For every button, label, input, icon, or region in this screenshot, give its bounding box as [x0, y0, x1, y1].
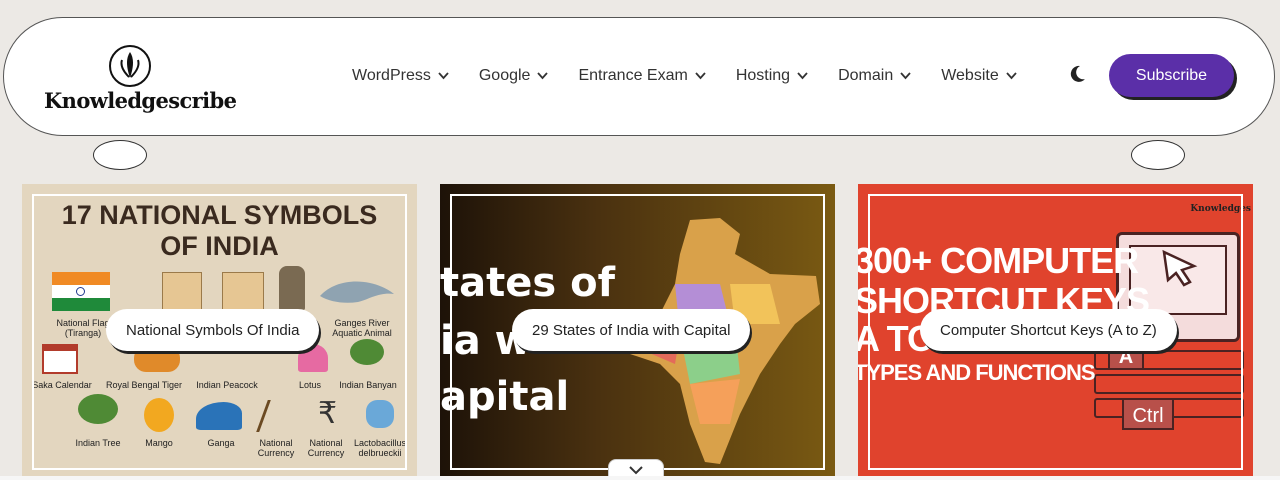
- wave-icon: [196, 402, 242, 430]
- cursor-icon: [1162, 249, 1198, 287]
- nav-item-label: WordPress: [352, 67, 431, 84]
- chevron-down-icon: [797, 72, 808, 80]
- nav-item-label: Hosting: [735, 67, 791, 84]
- symbol-label: Ganges River Aquatic Animal: [332, 318, 392, 338]
- chevron-down-icon: [438, 72, 449, 80]
- card-title[interactable]: 29 States of India with Capital: [512, 309, 751, 351]
- decorative-bump: [1131, 140, 1185, 170]
- mango-icon: [144, 398, 174, 432]
- chevron-down-icon: [695, 72, 706, 80]
- rupee-icon: ₹: [318, 397, 338, 430]
- symbol-label: Indian Banyan: [339, 380, 397, 390]
- nav-item-entrance-exam[interactable]: Entrance Exam: [578, 67, 706, 85]
- symbol-label: Mango: [145, 438, 173, 448]
- card-title[interactable]: National Symbols Of India: [106, 309, 320, 351]
- symbol-label: Saka Calendar: [32, 380, 92, 390]
- site-logo[interactable]: Knowledgescribe: [44, 44, 237, 114]
- nav-item-label: Domain: [838, 67, 894, 84]
- moon-icon[interactable]: [1067, 64, 1087, 84]
- card-image-title-line: OF INDIA: [160, 231, 279, 261]
- symbol-label: Indian Peacock: [196, 380, 258, 390]
- symbol-label: Indian Tree: [75, 438, 121, 448]
- symbol-label: Ganga: [207, 438, 235, 448]
- symbol-label: National Currency: [307, 438, 345, 458]
- nav-item-google[interactable]: Google: [479, 67, 549, 85]
- nav-item-website[interactable]: Website: [941, 67, 1017, 85]
- bottom-bar: [0, 476, 1280, 480]
- emblem-icon: [279, 266, 305, 310]
- subscribe-button[interactable]: Subscribe: [1109, 54, 1234, 97]
- nav-item-wordpress[interactable]: WordPress: [352, 67, 449, 85]
- flag-icon: [52, 272, 110, 312]
- bacteria-icon: [366, 400, 394, 428]
- wheat-logo-icon: [109, 45, 151, 87]
- key-ctrl: Ctrl: [1122, 398, 1174, 430]
- symbol-label: National Currency: [257, 438, 295, 458]
- tree-icon: [78, 394, 118, 424]
- post-card-states-of-india[interactable]: tates of ia with apital 29 States of Ind…: [440, 184, 835, 480]
- card-image-text: TYPES AND FUNCTIONS: [858, 360, 1096, 385]
- decorative-bump: [93, 140, 147, 170]
- scroll-icon: [162, 272, 202, 312]
- card-image-title-line: 17 NATIONAL SYMBOLS: [61, 200, 378, 230]
- dolphin-icon: [320, 281, 394, 303]
- hockey-icon: [256, 400, 298, 432]
- card-image-text: tates of: [440, 260, 615, 306]
- brand-name: Knowledgescribe: [44, 88, 237, 113]
- symbol-label: Lotus: [298, 380, 322, 390]
- chevron-down-icon: [1006, 72, 1017, 80]
- card-image-text: 300+ COMPUTER: [858, 240, 1139, 281]
- brand-corner-text: Knowledges: [1190, 204, 1251, 214]
- post-card-shortcut-keys[interactable]: Knowledges A Ctrl 300+ COMPUTER SHORTCUT…: [858, 184, 1253, 480]
- card-image-title: 17 NATIONAL SYMBOLS OF INDIA: [22, 200, 417, 262]
- card-title[interactable]: Computer Shortcut Keys (A to Z): [920, 309, 1177, 351]
- post-card-national-symbols[interactable]: 17 NATIONAL SYMBOLS OF INDIA National Fl…: [22, 184, 417, 480]
- main-nav: WordPress Google Entrance Exam Hosting D…: [352, 64, 1047, 88]
- symbol-label: Lactobacillus delbrueckii: [353, 438, 407, 458]
- chevron-down-icon: [537, 72, 549, 80]
- card-image-text: apital: [440, 374, 570, 420]
- nav-item-label: Website: [941, 67, 999, 84]
- nav-item-label: Google: [478, 67, 531, 84]
- calendar-icon: [42, 344, 78, 374]
- chevron-down-icon: [900, 72, 911, 80]
- symbol-label: Royal Bengal Tiger: [105, 380, 183, 390]
- tree-icon: [350, 339, 384, 365]
- nav-item-hosting[interactable]: Hosting: [736, 67, 808, 85]
- nav-item-label: Entrance Exam: [578, 67, 688, 84]
- nav-item-domain[interactable]: Domain: [838, 67, 911, 85]
- chevron-down-icon: [629, 466, 643, 475]
- scroll-icon: [222, 272, 264, 312]
